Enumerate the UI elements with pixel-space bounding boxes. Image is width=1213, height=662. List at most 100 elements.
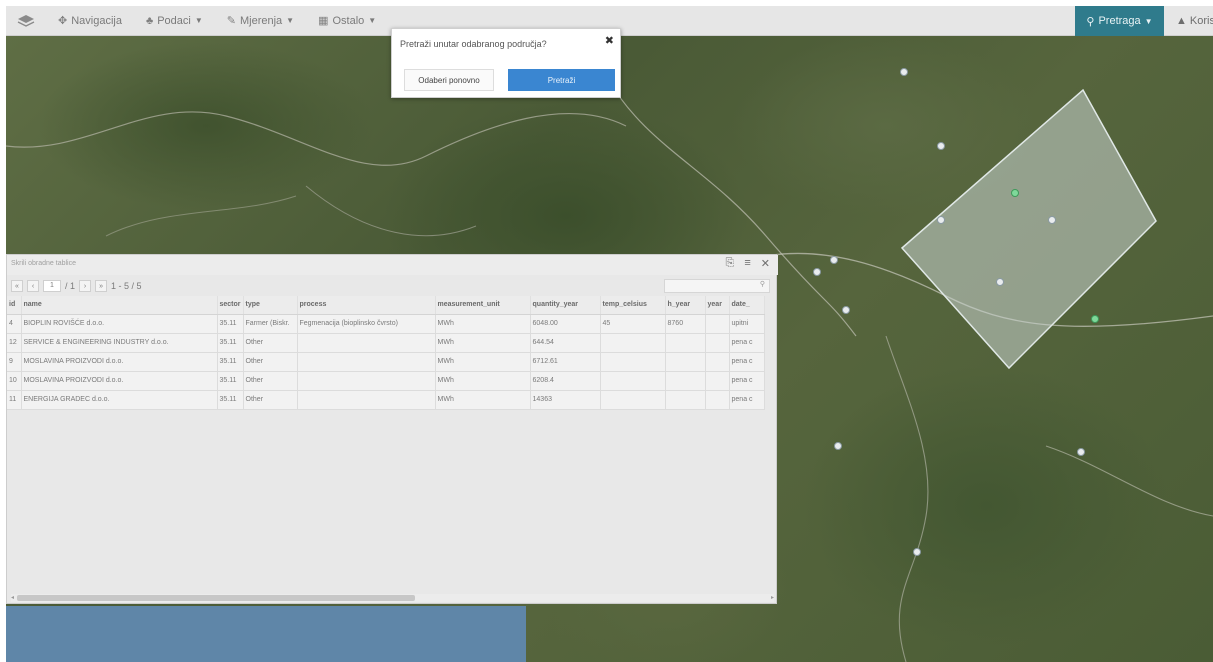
pencil-icon: ✎ bbox=[226, 15, 236, 27]
table-cell: 6712.61 bbox=[530, 352, 601, 372]
layers-icon[interactable] bbox=[6, 6, 46, 36]
page-number-input[interactable]: 1 bbox=[43, 280, 61, 292]
table-cell: 4 bbox=[7, 314, 22, 334]
menu-ostalo-label: Ostalo bbox=[332, 14, 365, 27]
table-cell: 35.11 bbox=[217, 333, 244, 353]
scroll-left-icon[interactable]: ◂ bbox=[11, 594, 14, 601]
menu-ostalo[interactable]: ▦ Ostalo ▼ bbox=[306, 6, 388, 36]
col-header[interactable]: type bbox=[243, 296, 298, 315]
table-cell: MWh bbox=[435, 333, 531, 353]
table-cell: 35.11 bbox=[217, 390, 244, 410]
table-cell: MWh bbox=[435, 390, 531, 410]
table-cell: pena c bbox=[729, 333, 765, 353]
table-cell bbox=[665, 390, 706, 410]
app-frame: ✥ Navigacija ♣ Podaci ▼ ✎ Mjerenja ▼ ▦ O… bbox=[6, 6, 1213, 662]
scroll-right-icon[interactable]: ▸ bbox=[771, 594, 774, 601]
table-row[interactable]: 12 SERVICE & ENGINEERING INDUSTRY d.o.o.… bbox=[7, 333, 765, 353]
user-icon: ▲ bbox=[1176, 15, 1187, 27]
table-cell: 14363 bbox=[530, 390, 601, 410]
col-header[interactable]: measurement_unit bbox=[435, 296, 531, 315]
panel-tools: ⎘ ≡ ✕ bbox=[726, 257, 770, 270]
table-cell: 12 bbox=[7, 333, 22, 353]
menu-mjerenja[interactable]: ✎ Mjerenja ▼ bbox=[215, 6, 306, 36]
table-cell: Other bbox=[243, 390, 298, 410]
table-cell bbox=[665, 352, 706, 372]
table-row[interactable]: 11 ENERGIJA GRADEC d.o.o. 35.11 Other MW… bbox=[7, 390, 765, 410]
table-cell: 35.11 bbox=[217, 314, 244, 334]
table-cell: Other bbox=[243, 333, 298, 353]
table-cell bbox=[600, 352, 666, 372]
search-menu-button[interactable]: ⚲ Pretraga ▼ bbox=[1075, 6, 1164, 36]
table-cell: 11 bbox=[7, 390, 22, 410]
menu-navigacija-label: Navigacija bbox=[71, 14, 122, 27]
attribute-table-panel: Skrili obradne tablice ⎘ ≡ ✕ « ‹ 1 / 1 ›… bbox=[6, 254, 778, 604]
search-confirm-button[interactable]: Pretraži bbox=[508, 69, 615, 91]
table-cell bbox=[665, 371, 706, 391]
table-row[interactable]: 10 MOSLAVINA PROIZVODI d.o.o. 35.11 Othe… bbox=[7, 371, 765, 391]
close-icon[interactable]: ✕ bbox=[761, 257, 770, 270]
col-header[interactable]: id bbox=[7, 296, 22, 315]
table-cell: pena c bbox=[729, 390, 765, 410]
table-cell: 9 bbox=[7, 352, 22, 372]
table-row[interactable]: 9 MOSLAVINA PROIZVODI d.o.o. 35.11 Other… bbox=[7, 352, 765, 372]
table-cell: upitni bbox=[729, 314, 765, 334]
selection-polygon[interactable] bbox=[900, 88, 1157, 370]
table-cell: pena c bbox=[729, 371, 765, 391]
table-cell: MWh bbox=[435, 314, 531, 334]
table-cell bbox=[600, 371, 666, 391]
menu-podaci[interactable]: ♣ Podaci ▼ bbox=[134, 6, 215, 36]
search-icon: ⚲ bbox=[759, 281, 765, 288]
menu-podaci-label: Podaci bbox=[157, 14, 191, 27]
close-icon[interactable]: ✖ bbox=[605, 34, 614, 47]
next-page-icon[interactable]: › bbox=[79, 280, 92, 292]
table-cell: MOSLAVINA PROIZVODI d.o.o. bbox=[21, 371, 218, 391]
table-row[interactable]: 4 BIOPLIN ROVIŠĆE d.o.o. 35.11 Farmer (B… bbox=[7, 314, 765, 334]
table-cell bbox=[705, 390, 730, 410]
table-header-row: id name sector type process measurement_… bbox=[7, 296, 765, 315]
first-page-icon[interactable]: « bbox=[11, 280, 23, 292]
user-menu-button[interactable]: ▲ Korisn bbox=[1170, 6, 1213, 36]
menu-mjerenja-label: Mjerenja bbox=[239, 14, 283, 27]
menu-icon[interactable]: ≡ bbox=[744, 257, 750, 270]
page-total: / 1 bbox=[65, 281, 76, 291]
table-cell bbox=[705, 333, 730, 353]
table-cell bbox=[297, 352, 436, 372]
table-cell: ENERGIJA GRADEC d.o.o. bbox=[21, 390, 218, 410]
search-icon: ⚲ bbox=[1086, 15, 1095, 28]
scrollbar-thumb[interactable] bbox=[17, 595, 415, 601]
col-header[interactable]: process bbox=[297, 296, 436, 315]
table-cell: 45 bbox=[600, 314, 666, 334]
table-cell bbox=[297, 371, 436, 391]
col-header[interactable]: sector bbox=[217, 296, 244, 315]
export-icon[interactable]: ⎘ bbox=[726, 257, 735, 270]
col-header[interactable]: h_year bbox=[665, 296, 706, 315]
table-cell: MWh bbox=[435, 352, 531, 372]
table-cell: 35.11 bbox=[217, 371, 244, 391]
last-page-icon[interactable]: » bbox=[95, 280, 108, 292]
prev-page-icon[interactable]: ‹ bbox=[27, 280, 39, 292]
menu-navigacija[interactable]: ✥ Navigacija bbox=[46, 6, 134, 36]
table-cell: BIOPLIN ROVIŠĆE d.o.o. bbox=[21, 314, 218, 334]
table-cell: Fegmenacija (bioplinsko čvrsto) bbox=[297, 314, 436, 334]
col-header[interactable]: year bbox=[705, 296, 730, 315]
chevron-down-icon: ▼ bbox=[1144, 16, 1153, 26]
crosshair-icon: ✥ bbox=[58, 15, 68, 27]
table-cell: MWh bbox=[435, 371, 531, 391]
table-cell bbox=[705, 352, 730, 372]
pagination-bar: « ‹ 1 / 1 › » 1 - 5 / 5 bbox=[7, 277, 778, 295]
horizontal-scrollbar[interactable]: ◂ ▸ bbox=[11, 594, 774, 602]
table-cell: 644.54 bbox=[530, 333, 601, 353]
search-menu-label: Pretraga bbox=[1098, 15, 1141, 27]
record-range: 1 - 5 / 5 bbox=[111, 281, 142, 291]
grid-icon: ▦ bbox=[318, 15, 329, 27]
reselect-button[interactable]: Odaberi ponovno bbox=[404, 69, 494, 91]
shapes-icon: ♣ bbox=[145, 14, 154, 27]
col-header[interactable]: temp_celsius bbox=[600, 296, 666, 315]
chevron-down-icon: ▼ bbox=[286, 16, 295, 25]
table-search-input[interactable]: ⚲ bbox=[664, 279, 770, 293]
table-cell: Other bbox=[243, 371, 298, 391]
panel-title: Skrili obradne tablice bbox=[11, 260, 76, 267]
col-header[interactable]: date_ bbox=[729, 296, 765, 315]
col-header[interactable]: quantity_year bbox=[530, 296, 601, 315]
col-header[interactable]: name bbox=[21, 296, 218, 315]
